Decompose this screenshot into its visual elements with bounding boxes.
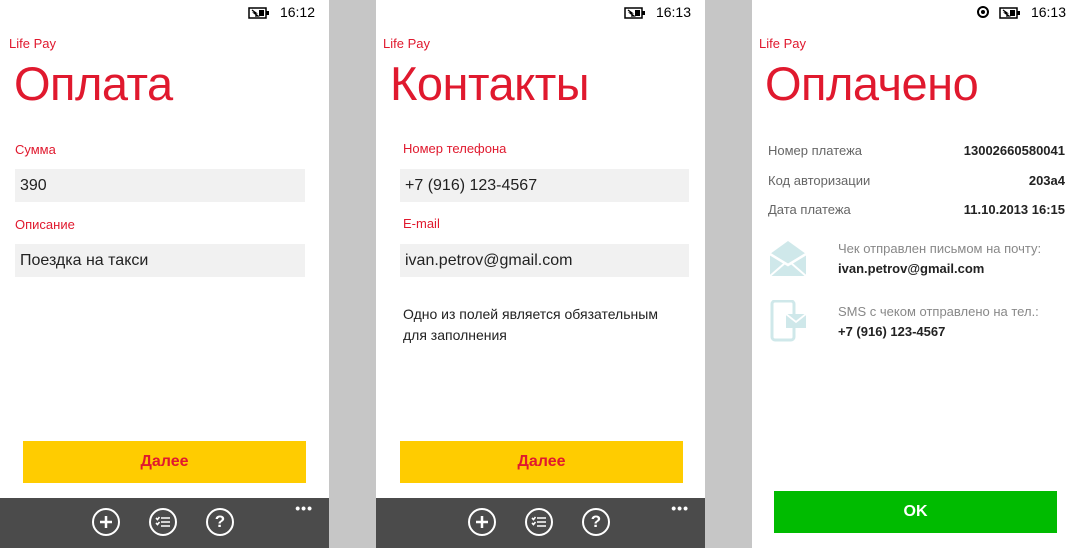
phone-label: Номер телефона (403, 141, 507, 156)
phone-input[interactable]: +7 (916) 123-4567 (400, 169, 689, 202)
description-input[interactable]: Поездка на такси (15, 244, 305, 277)
recording-indicator-icon (976, 6, 989, 18)
page-title: Оплата (14, 57, 173, 110)
more-menu-button[interactable]: ••• (671, 500, 689, 516)
help-icon[interactable]: ? (582, 508, 610, 536)
sms-sent-value: +7 (916) 123-4567 (838, 324, 946, 339)
status-bar: 16:13 (976, 0, 1080, 24)
amount-label: Сумма (15, 142, 56, 157)
list-icon[interactable] (149, 508, 177, 536)
email-sent-value: ivan.petrov@gmail.com (838, 261, 985, 276)
sms-phone-icon (770, 299, 808, 347)
battery-charging-icon (248, 6, 270, 19)
app-name: Life Pay (383, 36, 430, 51)
status-time: 16:12 (279, 4, 315, 20)
next-button[interactable]: Далее (400, 441, 683, 483)
email-sent-label: Чек отправлен письмом на почту: (838, 241, 1042, 256)
add-icon[interactable] (92, 508, 120, 536)
app-bar: ? ••• (0, 498, 329, 548)
status-bar: 16:12 (248, 0, 329, 24)
page-title: Оплачено (765, 57, 979, 110)
payment-screen: 16:12 Life Pay Оплата Сумма 390 Описание… (0, 0, 329, 548)
app-name: Life Pay (9, 36, 56, 51)
sms-notification: SMS с чеком отправлено на тел.: +7 (916)… (838, 304, 1039, 339)
payment-date-row: Дата платежа 11.10.2013 16:15 (768, 199, 1065, 219)
payment-date-value: 11.10.2013 16:15 (963, 201, 1065, 217)
ok-button[interactable]: OK (774, 491, 1057, 533)
required-note: Одно из полей является обязательным для … (403, 306, 658, 343)
contacts-screen: 16:13 Life Pay Контакты Номер телефона +… (376, 0, 705, 548)
page-title: Контакты (390, 57, 590, 110)
app-name: Life Pay (759, 36, 806, 51)
email-envelope-icon (768, 238, 808, 283)
payment-number-value: 13002660580041 (963, 142, 1065, 158)
payment-number-row: Номер платежа 13002660580041 (768, 140, 1065, 160)
email-input[interactable]: ivan.petrov@gmail.com (400, 244, 689, 277)
payment-number-label: Номер платежа (768, 142, 863, 158)
app-bar: ? ••• (376, 498, 705, 548)
more-menu-button[interactable]: ••• (295, 500, 313, 516)
email-notification: Чек отправлен письмом на почту: ivan.pet… (838, 241, 1041, 276)
auth-code-row: Код авторизации 203a4 (768, 170, 1065, 190)
description-label: Описание (15, 217, 75, 232)
sms-sent-label: SMS с чеком отправлено на тел.: (838, 304, 1039, 319)
battery-charging-icon (624, 6, 646, 19)
battery-charging-icon (999, 6, 1021, 19)
payment-date-label: Дата платежа (768, 201, 851, 217)
paid-screen: 16:13 Life Pay Оплачено Номер платежа 13… (752, 0, 1080, 548)
next-button[interactable]: Далее (23, 441, 306, 483)
amount-input[interactable]: 390 (15, 169, 305, 202)
add-icon[interactable] (468, 508, 496, 536)
auth-code-label: Код авторизации (768, 172, 871, 188)
help-icon[interactable]: ? (206, 508, 234, 536)
auth-code-value: 203a4 (1028, 172, 1065, 188)
status-time: 16:13 (655, 4, 691, 20)
email-label: E-mail (403, 216, 440, 231)
list-icon[interactable] (525, 508, 553, 536)
status-bar: 16:13 (624, 0, 705, 24)
status-time: 16:13 (1030, 4, 1066, 20)
